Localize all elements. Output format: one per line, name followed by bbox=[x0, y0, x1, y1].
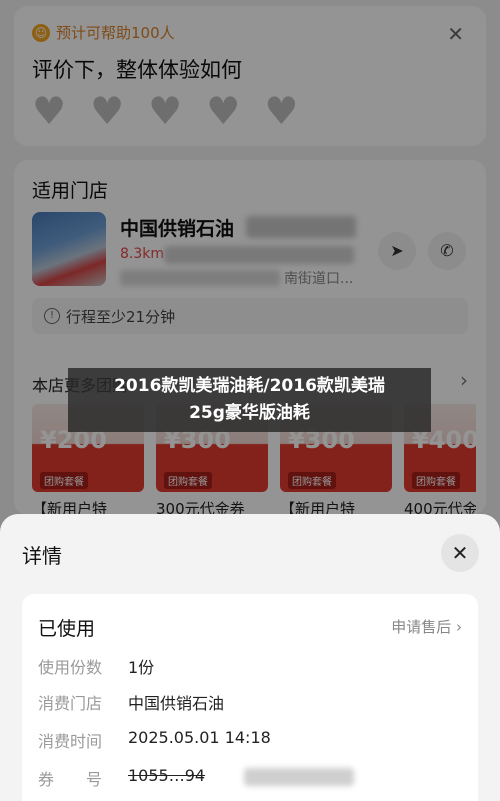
close-icon[interactable]: ✕ bbox=[441, 534, 479, 572]
detail-card: 已使用 申请售后 › 使用份数 1份 消费门店 中国供销石油 消费时间 2025… bbox=[22, 594, 478, 801]
detail-value: 中国供销石油 bbox=[128, 694, 225, 713]
detail-label: 消费门店 bbox=[38, 694, 103, 713]
redacted-block bbox=[244, 768, 354, 786]
coupon-code: 1055…94 bbox=[128, 766, 206, 785]
after-sale-label: 申请售后 bbox=[391, 618, 452, 636]
caption-banner: 2016款凯美瑞油耗/2016款凯美瑞 25g豪华版油耗 bbox=[68, 368, 431, 432]
sheet-title: 详情 bbox=[22, 544, 62, 568]
usage-status: 已使用 bbox=[38, 618, 96, 640]
detail-row: 使用份数 1份 bbox=[38, 654, 154, 678]
caption-line-2: 25g豪华版油耗 bbox=[189, 403, 310, 423]
detail-label: 使用份数 bbox=[38, 658, 103, 677]
detail-label: 券 号 bbox=[38, 770, 103, 789]
detail-label: 消费时间 bbox=[38, 732, 103, 751]
detail-sheet: 详情 ✕ 已使用 申请售后 › 使用份数 1份 消费门店 中国供销石油 消费时间… bbox=[0, 514, 500, 801]
after-sale-link[interactable]: 申请售后 › bbox=[391, 616, 462, 637]
detail-row: 券 号 1055…94 bbox=[38, 766, 205, 790]
detail-row: 消费时间 2025.05.01 14:18 bbox=[38, 728, 271, 752]
caption-line-1: 2016款凯美瑞油耗/2016款凯美瑞 bbox=[114, 376, 385, 396]
detail-value: 2025.05.01 14:18 bbox=[128, 728, 271, 747]
detail-row: 消费门店 中国供销石油 bbox=[38, 690, 224, 714]
chevron-right-icon: › bbox=[456, 618, 462, 636]
detail-value: 1份 bbox=[128, 658, 155, 677]
